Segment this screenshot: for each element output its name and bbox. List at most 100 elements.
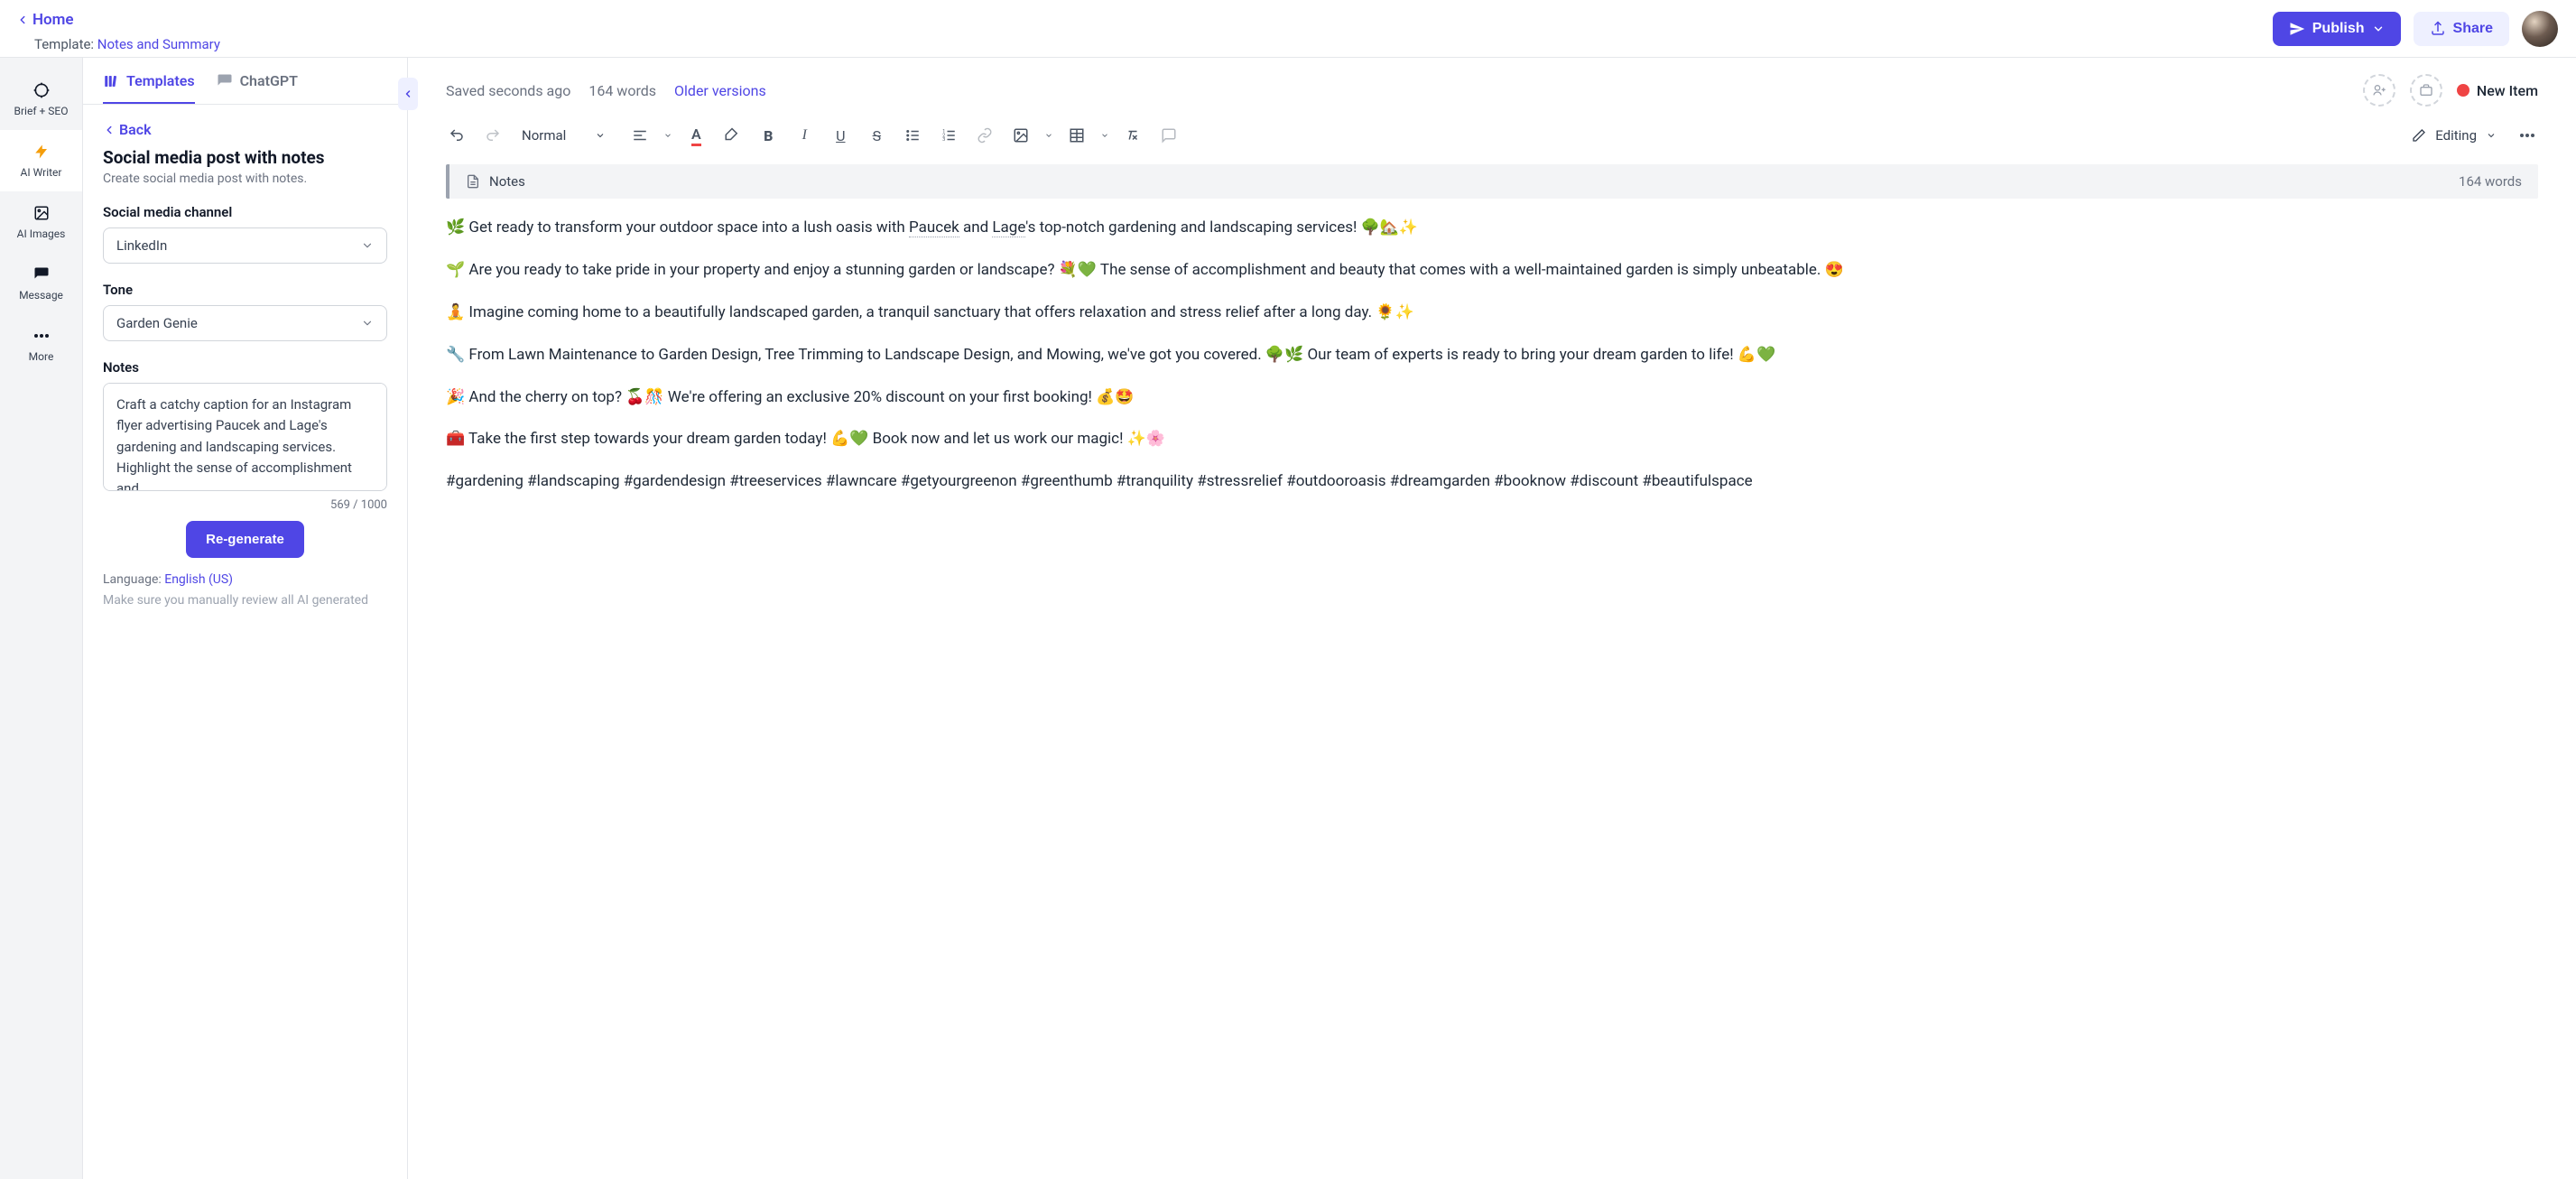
image-chevron[interactable] (1041, 119, 1057, 152)
table-button[interactable] (1061, 119, 1093, 152)
notes-char-count: 569 / 1000 (103, 498, 387, 512)
word-count: 164 words (588, 82, 656, 99)
chevron-down-icon (361, 239, 374, 252)
paragraph-style-select[interactable]: Normal (513, 127, 615, 144)
channel-select[interactable]: LinkedIn (103, 227, 387, 264)
table-chevron[interactable] (1097, 119, 1113, 152)
svg-text:3: 3 (943, 137, 946, 143)
rail-more[interactable]: More (0, 314, 82, 376)
redo-icon (485, 127, 501, 144)
send-icon (2289, 21, 2305, 37)
nav-rail: Brief + SEO AI Writer AI Images Message … (0, 58, 83, 1179)
link-button[interactable] (968, 119, 1001, 152)
add-item-button[interactable] (2410, 74, 2442, 107)
strike-icon: S (873, 127, 882, 144)
share-button[interactable]: Share (2414, 12, 2509, 46)
chevron-down-icon (1100, 131, 1109, 140)
older-versions-link[interactable]: Older versions (674, 82, 766, 99)
status-dot-icon (2457, 84, 2469, 97)
app-header: Home Template: Notes and Summary Publish… (0, 0, 2576, 58)
link-icon (977, 127, 993, 144)
notes-header-label: Notes (489, 173, 525, 190)
chevron-down-icon (595, 130, 606, 141)
language-line: Language: English (US) (103, 572, 387, 587)
italic-icon: I (802, 127, 807, 144)
text-color-icon: A (691, 125, 701, 146)
editor-toolbar: Normal A B I U S 123 Editing (408, 110, 2576, 164)
chevron-down-icon (663, 131, 672, 140)
template-link[interactable]: Notes and Summary (97, 36, 220, 52)
dots-icon (2519, 133, 2535, 138)
publish-button[interactable]: Publish (2273, 12, 2401, 46)
comment-button[interactable] (1153, 119, 1185, 152)
new-item-indicator[interactable]: New Item (2457, 82, 2538, 99)
clear-format-button[interactable] (1117, 119, 1149, 152)
editor-content[interactable]: Notes 164 words 🌿 Get ready to transform… (408, 164, 2576, 1179)
chevron-down-icon (361, 317, 374, 330)
home-label: Home (32, 11, 74, 29)
chevron-down-icon (1044, 131, 1053, 140)
number-list-button[interactable]: 123 (932, 119, 965, 152)
underline-icon: U (836, 127, 845, 144)
notes-word-count: 164 words (2459, 173, 2522, 190)
align-left-icon (632, 127, 648, 144)
sidebar: Templates ChatGPT Back Social media post… (83, 58, 408, 1179)
more-toolbar-button[interactable] (2511, 119, 2544, 152)
editing-mode-select[interactable]: Editing (2403, 127, 2506, 144)
add-collaborator-button[interactable] (2363, 74, 2395, 107)
list-number-icon: 123 (941, 127, 957, 144)
ai-disclaimer: Make sure you manually review all AI gen… (103, 592, 387, 610)
home-link[interactable]: Home (9, 5, 220, 34)
chevron-down-icon (2486, 130, 2497, 141)
rail-ai-writer[interactable]: AI Writer (0, 130, 82, 191)
text-color-button[interactable]: A (680, 119, 712, 152)
clear-format-icon (1125, 127, 1141, 144)
regenerate-button[interactable]: Re-generate (186, 521, 304, 558)
notes-header-bar: Notes 164 words (446, 164, 2538, 199)
chat-icon (217, 73, 233, 89)
chevron-left-icon (403, 88, 413, 99)
tone-label: Tone (103, 282, 387, 298)
target-icon (32, 81, 51, 99)
rail-ai-images[interactable]: AI Images (0, 191, 82, 253)
chat-icon (32, 265, 51, 283)
user-plus-icon (2372, 83, 2386, 97)
redo-button[interactable] (477, 119, 509, 152)
italic-button[interactable]: I (788, 119, 820, 152)
language-link[interactable]: English (US) (164, 572, 233, 587)
doc-icon (466, 174, 480, 189)
tab-templates[interactable]: Templates (103, 72, 195, 104)
notes-textarea[interactable] (103, 383, 387, 491)
avatar[interactable] (2522, 11, 2558, 47)
mention-paucek[interactable]: Paucek (909, 218, 959, 237)
align-button[interactable] (624, 119, 656, 152)
image-icon (1013, 127, 1029, 144)
underline-button[interactable]: U (824, 119, 857, 152)
highlight-button[interactable] (716, 119, 748, 152)
chevron-left-icon (103, 124, 116, 136)
list-bullet-icon (904, 127, 921, 144)
bold-button[interactable]: B (752, 119, 784, 152)
image-button[interactable] (1005, 119, 1037, 152)
table-icon (1069, 127, 1085, 144)
tab-chatgpt[interactable]: ChatGPT (217, 72, 298, 104)
mention-lage[interactable]: Lage (992, 218, 1025, 237)
chevron-down-icon (2372, 23, 2385, 35)
rail-message[interactable]: Message (0, 253, 82, 314)
rail-brief-seo[interactable]: Brief + SEO (0, 69, 82, 130)
notes-label: Notes (103, 359, 387, 376)
strike-button[interactable]: S (860, 119, 893, 152)
dots-icon (32, 327, 51, 345)
undo-icon (449, 127, 465, 144)
template-breadcrumb: Template: Notes and Summary (34, 36, 220, 52)
undo-button[interactable] (440, 119, 473, 152)
bullet-list-button[interactable] (896, 119, 929, 152)
bold-icon: B (764, 127, 773, 144)
tone-select[interactable]: Garden Genie (103, 305, 387, 341)
document-body[interactable]: 🌿 Get ready to transform your outdoor sp… (446, 215, 2538, 495)
collapse-sidebar-handle[interactable] (398, 78, 418, 110)
back-link[interactable]: Back (103, 116, 387, 147)
panel-title: Social media post with notes (103, 147, 387, 168)
bolt-icon (32, 143, 51, 161)
align-chevron[interactable] (660, 119, 676, 152)
